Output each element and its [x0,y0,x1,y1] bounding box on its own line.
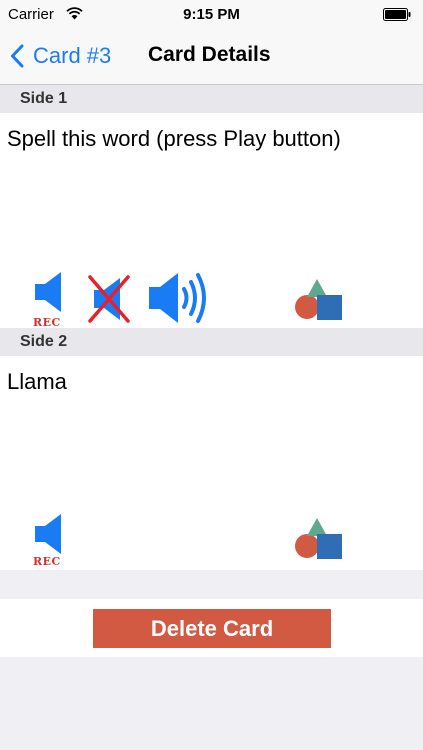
speaker-rec-icon[interactable] [33,272,65,312]
speaker-play-icon[interactable] [148,271,212,325]
speaker-muted-icon[interactable] [88,273,130,325]
shapes-icon[interactable] [294,516,344,562]
delete-area: Delete Card [0,599,423,657]
navigation-bar: Card #3 Card Details [0,30,423,85]
shapes-icon[interactable] [294,277,344,323]
clock: 9:15 PM [183,6,240,23]
back-button-label: Card #3 [33,43,112,68]
status-bar: Carrier 9:15 PM [0,0,423,30]
card-side-1: Spell this word (press Play button) REC [0,113,423,329]
side-1-text[interactable]: Spell this word (press Play button) [7,126,341,152]
section-header-label: Side 1 [20,90,68,107]
delete-card-button[interactable]: Delete Card [93,609,331,648]
section-header-label: Side 2 [20,333,68,350]
card-side-2: Llama REC [0,356,423,570]
rec-label: REC [33,555,61,568]
section-header-side-1: Side 1 [0,85,423,113]
battery-icon [383,8,411,21]
speaker-rec-icon[interactable] [33,514,65,554]
page-title: Card Details [148,43,271,66]
back-button[interactable]: Card #3 [10,40,111,72]
section-header-side-2: Side 2 [0,328,423,356]
side-2-text[interactable]: Llama [7,369,67,395]
chevron-left-icon [11,44,24,68]
